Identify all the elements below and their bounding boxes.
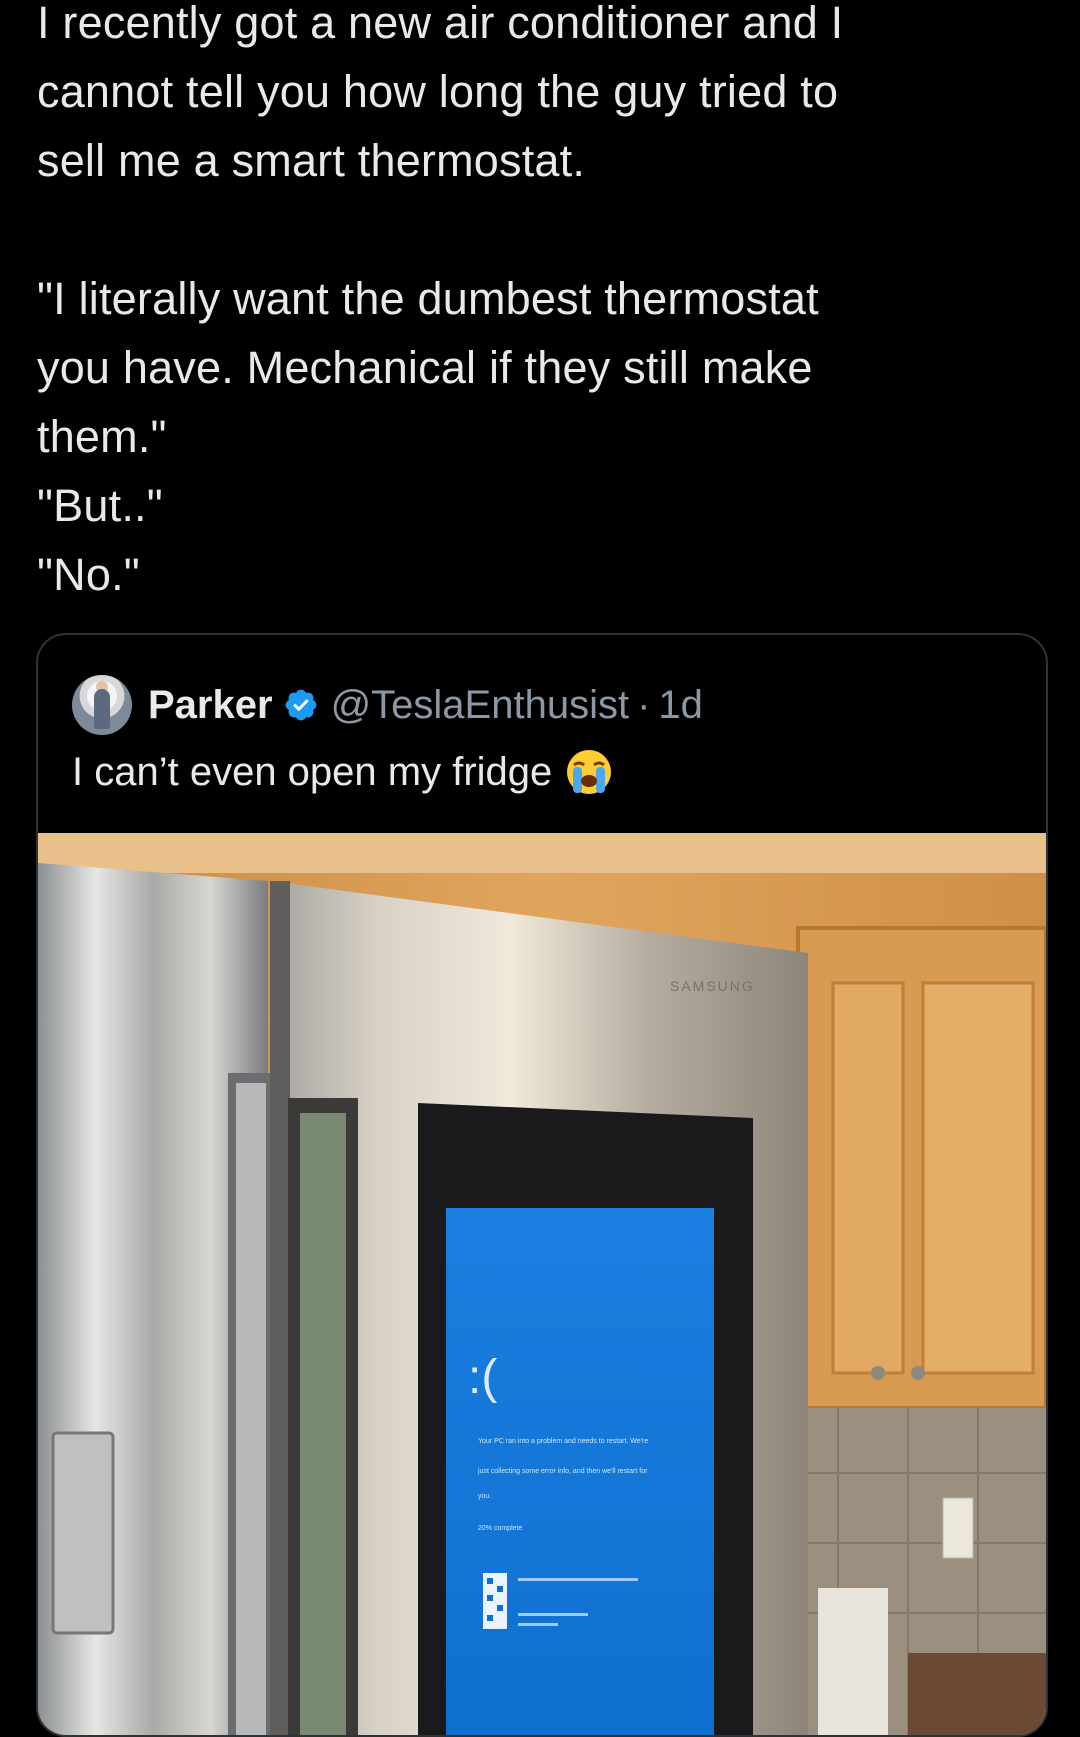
bsod-message-line: just collecting some error info, and the…: [477, 1468, 648, 1475]
loudly-crying-face-icon: [564, 747, 614, 797]
separator-dot: ·: [637, 682, 651, 727]
tweet-line: "But..": [37, 480, 163, 531]
bsod-message-line: Your PC ran into a problem and needs to …: [478, 1438, 648, 1445]
tweet-line: them.": [37, 411, 167, 462]
user-handle[interactable]: @TeslaEnthusist: [331, 683, 630, 728]
quoted-tweet-text: I can’t even open my fridge: [72, 747, 614, 797]
tweet-line: "No.": [37, 549, 140, 600]
avatar[interactable]: [72, 675, 132, 735]
tweet-photo[interactable]: SAMSUNG :( Your PC ran into a problem an…: [38, 833, 1046, 1735]
quoted-tweet-card[interactable]: Parker @TeslaEnthusist · 1d I can’t even…: [36, 633, 1048, 1737]
verified-badge-icon: [283, 687, 319, 723]
tweet-line: cannot tell you how long the guy tried t…: [37, 66, 839, 117]
sad-face-text: :(: [468, 1351, 497, 1404]
timestamp[interactable]: 1d: [658, 683, 703, 728]
display-name[interactable]: Parker: [148, 683, 273, 728]
bsod-progress-text: 20% complete: [478, 1525, 522, 1532]
quoted-tweet-header: Parker @TeslaEnthusist · 1d: [72, 675, 703, 735]
tweet-text: I recently got a new air conditioner and…: [37, 0, 1047, 609]
qr-code-icon: [483, 1573, 507, 1629]
tweet-line: you have. Mechanical if they still make: [37, 342, 813, 393]
fridge-photo: SAMSUNG :( Your PC ran into a problem an…: [38, 833, 1046, 1735]
brand-logo: SAMSUNG: [670, 978, 755, 994]
bsod-message-line: you.: [478, 1493, 491, 1500]
tweet-line: I recently got a new air conditioner and…: [37, 0, 844, 48]
tweet-line: sell me a smart thermostat.: [37, 135, 586, 186]
tweet-line: "I literally want the dumbest thermostat: [37, 273, 819, 324]
quoted-tweet-body: I can’t even open my fridge: [72, 749, 553, 794]
